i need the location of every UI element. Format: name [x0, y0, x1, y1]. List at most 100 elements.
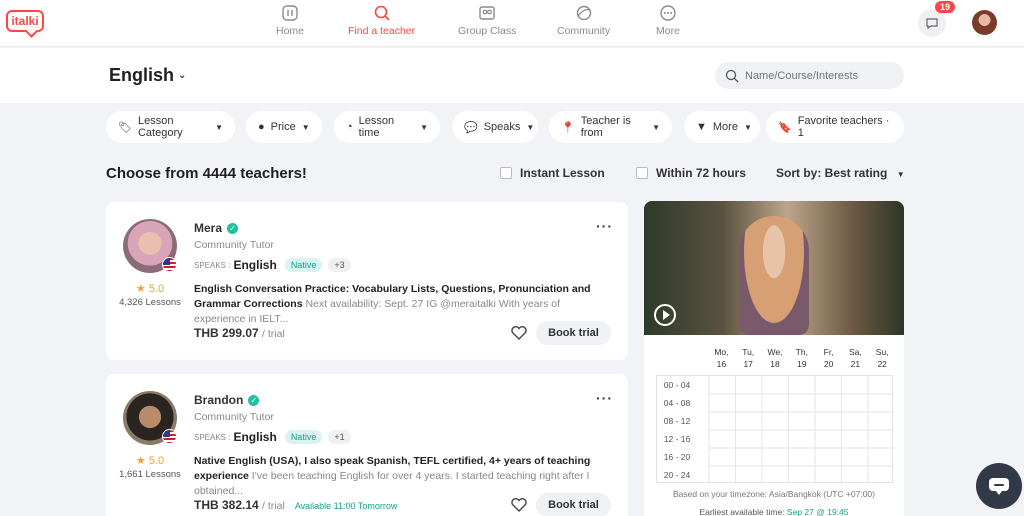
- home-icon: [282, 5, 298, 21]
- nav-find-teacher-label: Find a teacher: [348, 25, 416, 37]
- day-name: We,: [767, 347, 783, 357]
- bookmark-icon: 🔖: [778, 121, 792, 134]
- nav-group-class-label: Group Class: [458, 25, 517, 37]
- schedule-days: Mo, 16 Tu, 17 We, 18 Th, 19 Fr, 20 Sa, 21 Su, 2…: [708, 346, 896, 370]
- teacher-rating: ★ 5.0: [135, 455, 165, 467]
- filter-teacher-from[interactable]: 📍 Teacher is from ▼: [549, 111, 672, 143]
- speaks-language: English: [233, 430, 277, 444]
- within-72-hours-checkbox[interactable]: Within 72 hours: [636, 166, 746, 180]
- filter-lesson-category[interactable]: 🏷 Lesson Category ▼: [106, 111, 235, 143]
- more-options-icon[interactable]: ···: [596, 390, 613, 406]
- teacher-video-figure: [739, 216, 809, 335]
- day-name: Sa,: [849, 347, 862, 357]
- filter-speaks[interactable]: 💬 Speaks ▼: [452, 111, 538, 143]
- description-subtitle: I've been teaching English for over 4 ye…: [194, 470, 590, 497]
- sort-dropdown[interactable]: Sort by: Best rating ▼: [776, 166, 905, 180]
- chevron-down-icon: ▼: [526, 122, 535, 132]
- earliest-label: Earliest available time:: [699, 507, 785, 516]
- earliest-value: Sep 27 @ 19:45: [786, 507, 849, 516]
- messages-button[interactable]: [918, 9, 946, 37]
- native-badge: Native: [284, 258, 323, 272]
- schedule-grid-lines: [708, 376, 894, 484]
- search-input[interactable]: [745, 69, 895, 82]
- us-flag-icon: [162, 257, 177, 272]
- tag-icon: 🏷: [118, 121, 132, 134]
- speaks-row: SPEAKS : English Native +1: [194, 430, 351, 444]
- teacher-type: Community Tutor: [194, 411, 274, 423]
- time-slot-label: 08 - 12: [663, 416, 691, 426]
- more-options-icon[interactable]: ···: [596, 218, 613, 234]
- location-pin-icon: 📍: [561, 121, 575, 134]
- chat-bubble-icon: [989, 478, 1009, 495]
- book-trial-button[interactable]: Book trial: [536, 321, 611, 345]
- day-date: 21: [850, 359, 861, 369]
- extra-languages-badge[interactable]: +3: [328, 258, 351, 272]
- search-icon: [374, 5, 390, 21]
- speaks-label: SPEAKS :: [194, 260, 231, 270]
- filter-favorite-teachers[interactable]: 🔖 Favorite teachers · 1: [766, 111, 904, 143]
- nav-group-class[interactable]: Group Class: [458, 4, 516, 37]
- heart-icon[interactable]: [509, 323, 529, 343]
- filter-label: Favorite teachers · 1: [797, 115, 890, 139]
- teacher-name-text: Brandon: [194, 393, 244, 407]
- chevron-down-icon: ▼: [743, 122, 752, 132]
- teacher-name[interactable]: Mera ✓: [194, 221, 239, 235]
- filter-more[interactable]: ▼ More ▼: [684, 111, 760, 143]
- price-unit: / trial: [262, 328, 285, 340]
- extra-languages-badge[interactable]: +1: [328, 430, 351, 444]
- nav-community[interactable]: Community: [557, 4, 610, 37]
- user-avatar[interactable]: [972, 10, 997, 35]
- filter-price[interactable]: ● Price ▼: [246, 111, 322, 143]
- community-icon: [576, 5, 591, 21]
- search-icon: [725, 69, 739, 82]
- day-name: Su,: [875, 347, 889, 357]
- play-icon[interactable]: [654, 304, 676, 326]
- italki-logo[interactable]: italki: [6, 10, 44, 32]
- day-name: Mo,: [714, 347, 729, 357]
- heart-icon[interactable]: [509, 495, 529, 515]
- filter-lesson-time[interactable]: ◔ Lesson time ▼: [334, 111, 440, 143]
- sort-label: Sort by: Best rating: [776, 166, 888, 180]
- day-date: 19: [797, 359, 807, 369]
- chat-icon: [926, 18, 938, 30]
- nav-find-teacher[interactable]: Find a teacher: [348, 4, 415, 37]
- teacher-name[interactable]: Brandon ✓: [194, 393, 260, 407]
- teacher-rating: ★ 5.0: [135, 283, 165, 295]
- day-name: Fr,: [823, 347, 834, 357]
- day-header: Sa, 21: [842, 346, 869, 370]
- search-box[interactable]: [715, 62, 904, 89]
- day-header: Fr, 20: [815, 346, 842, 370]
- filter-label: More: [712, 121, 738, 133]
- group-class-icon: [479, 6, 495, 20]
- day-date: 22: [877, 359, 887, 369]
- book-trial-button[interactable]: Book trial: [536, 493, 611, 516]
- checkbox-box[interactable]: [500, 167, 512, 179]
- nav-more[interactable]: More: [656, 4, 680, 37]
- language-selector[interactable]: English ⌄: [109, 65, 186, 86]
- filter-label: Price: [270, 121, 296, 133]
- day-name: Tu,: [742, 347, 755, 357]
- checkbox-box[interactable]: [636, 167, 648, 179]
- instant-lesson-checkbox[interactable]: Instant Lesson: [500, 166, 605, 180]
- price-unit: / trial: [262, 500, 285, 512]
- day-date: 18: [770, 359, 780, 369]
- nav-more-label: More: [656, 25, 680, 37]
- price: THB 382.14 / trial Available 11:00 Tomorr…: [194, 498, 397, 512]
- chevron-down-icon: ▼: [652, 122, 660, 132]
- day-header: Su, 22: [869, 346, 896, 370]
- earliest-available: Earliest available time: Sep 27 @ 19:45: [644, 507, 904, 516]
- teacher-video-preview[interactable]: [644, 201, 904, 335]
- nav-home[interactable]: Home: [276, 4, 304, 37]
- time-slot-label: 20 - 24: [663, 470, 691, 480]
- price-value: THB 382.14: [194, 498, 259, 512]
- sub-header: English ⌄: [0, 48, 1024, 103]
- teacher-card[interactable]: ★ 5.0 4,326 Lessons Mera ✓ Community Tuto…: [106, 202, 628, 360]
- day-date: 17: [743, 359, 753, 369]
- teacher-card[interactable]: ★ 5.0 1,661 Lessons Brandon ✓ Community T…: [106, 374, 628, 516]
- time-slot-label: 16 - 20: [663, 452, 691, 462]
- filter-label: Lesson time: [358, 115, 395, 139]
- price-value: THB 299.07: [194, 326, 259, 340]
- support-chat-button[interactable]: [976, 463, 1022, 509]
- day-name: Th,: [795, 347, 808, 357]
- price: THB 299.07 / trial: [194, 326, 285, 340]
